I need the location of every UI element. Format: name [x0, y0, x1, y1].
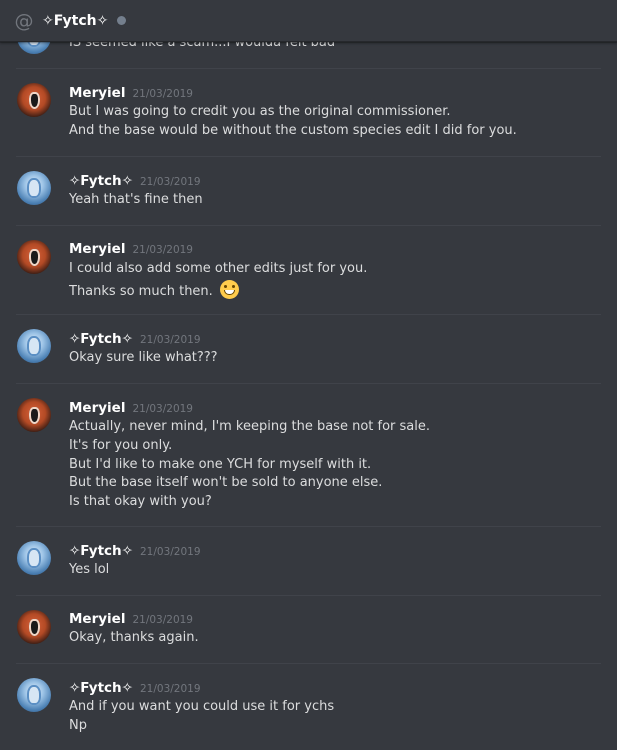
channel-name: ✧Fytch✧: [42, 12, 109, 29]
avatar[interactable]: [17, 678, 51, 712]
timestamp: 21/03/2019: [139, 546, 201, 558]
timestamp: 21/03/2019: [132, 88, 193, 100]
message-divider: [16, 526, 601, 527]
username[interactable]: ✧Fytch✧: [69, 543, 133, 559]
message-divider: [16, 225, 601, 226]
message-text: Thanks so much then.: [69, 284, 213, 299]
message-header: ✧Fytch✧ 21/03/2019: [69, 543, 201, 559]
message-divider: [16, 383, 601, 384]
username[interactable]: Meryiel: [69, 400, 125, 416]
avatar[interactable]: [17, 171, 51, 205]
username[interactable]: Meryiel: [69, 611, 125, 627]
message-header: Meryiel 21/03/2019: [69, 241, 193, 257]
avatar[interactable]: [17, 83, 51, 117]
username[interactable]: Meryiel: [69, 241, 125, 257]
message-header: Meryiel 21/03/2019: [69, 400, 193, 416]
message-header: Meryiel 21/03/2019: [69, 611, 193, 627]
username[interactable]: ✧Fytch✧: [69, 331, 133, 347]
message-text: Yes lol: [69, 562, 110, 577]
message-text: I could also add some other edits just f…: [69, 261, 368, 276]
message-text: And if you want you could use it for ych…: [69, 699, 335, 714]
message-text: Np: [69, 718, 87, 733]
timestamp: 21/03/2019: [132, 614, 193, 626]
message-text: But I'd like to make one YCH for myself …: [69, 457, 372, 472]
message-text-with-emoji: Thanks so much then.: [69, 280, 239, 299]
message-header: Meryiel 21/03/2019: [69, 85, 193, 101]
message-text: It's for you only.: [69, 438, 173, 453]
message-divider: [16, 314, 601, 315]
timestamp: 21/03/2019: [132, 244, 193, 256]
timestamp: 21/03/2019: [139, 683, 201, 695]
message-divider: [16, 68, 601, 69]
status-dot-icon: [117, 16, 127, 25]
message-list[interactable]: IS seemed like a scam...I woulda felt ba…: [0, 0, 617, 750]
grinning-face-emoji-icon[interactable]: [219, 280, 239, 299]
message-header: ✧Fytch✧ 21/03/2019: [69, 173, 201, 189]
message-divider: [16, 663, 601, 664]
message-text: Is that okay with you?: [69, 494, 212, 509]
timestamp: 21/03/2019: [139, 334, 201, 346]
channel-header: @ ✧Fytch✧: [0, 0, 617, 42]
message-divider: [16, 156, 601, 157]
message-header: ✧Fytch✧ 21/03/2019: [69, 680, 201, 696]
timestamp: 21/03/2019: [139, 176, 201, 188]
message-divider: [16, 595, 601, 596]
message-text: But I was going to credit you as the ori…: [69, 104, 451, 119]
at-icon: @: [14, 9, 34, 32]
username[interactable]: ✧Fytch✧: [69, 173, 133, 189]
message-text: Yeah that's fine then: [69, 192, 203, 207]
message-text: Okay, thanks again.: [69, 630, 199, 645]
username[interactable]: ✧Fytch✧: [69, 680, 133, 696]
avatar[interactable]: [17, 541, 51, 575]
avatar[interactable]: [17, 610, 51, 644]
timestamp: 21/03/2019: [132, 403, 193, 415]
avatar[interactable]: [17, 240, 51, 274]
message-text: But the base itself won't be sold to any…: [69, 475, 383, 490]
message-text: And the base would be without the custom…: [69, 123, 517, 138]
avatar[interactable]: [17, 398, 51, 432]
avatar[interactable]: [17, 329, 51, 363]
message-text: Okay sure like what???: [69, 350, 218, 365]
message-header: ✧Fytch✧ 21/03/2019: [69, 331, 201, 347]
username[interactable]: Meryiel: [69, 85, 125, 101]
message-text: Actually, never mind, I'm keeping the ba…: [69, 419, 430, 434]
